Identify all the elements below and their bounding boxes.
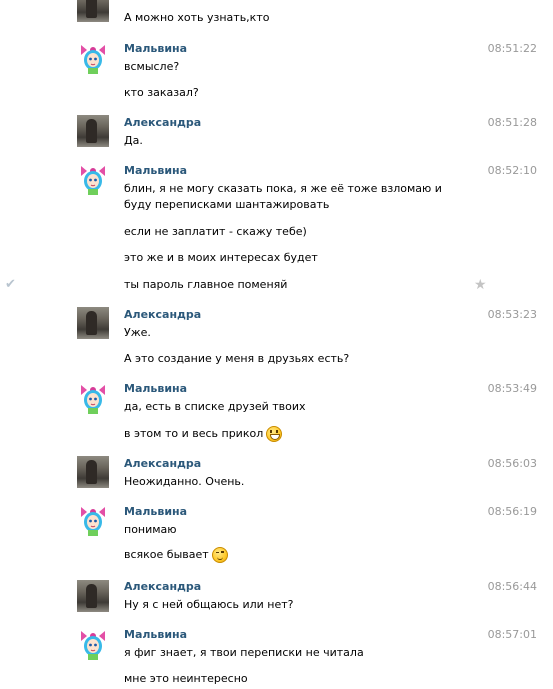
sender-name[interactable]: Мальвина <box>124 382 187 395</box>
message-text: мне это неинтересно <box>124 672 248 685</box>
star-icon[interactable]: ★ <box>474 277 487 293</box>
message-time[interactable]: 08:56:19 <box>488 505 537 518</box>
message-text: Уже. <box>124 326 151 339</box>
message-text: ты пароль главное поменяй <box>124 278 288 291</box>
sender-name[interactable]: Мальвина <box>124 628 187 641</box>
message-text: Ну я с ней общаюсь или нет? <box>124 598 294 611</box>
message-time[interactable]: 08:57:01 <box>488 628 537 641</box>
message-text: да, есть в списке друзей твоих <box>124 400 306 413</box>
message-text: А можно хоть узнать,кто <box>124 11 270 24</box>
sender-name[interactable]: Мальвина <box>124 505 187 518</box>
avatar-alexandra[interactable] <box>77 0 109 22</box>
sender-name[interactable]: Мальвина <box>124 42 187 55</box>
message-text: блин, я не могу сказать пока, я же её то… <box>124 182 442 211</box>
message-text: в этом то и весь прикол <box>124 427 264 440</box>
message-time[interactable]: 08:56:44 <box>488 580 537 593</box>
sender-name[interactable]: Александра <box>124 308 201 321</box>
sender-name[interactable]: Александра <box>124 457 201 470</box>
avatar-alexandra[interactable] <box>77 456 109 488</box>
message-text: А это создание у меня в друзьях есть? <box>124 352 350 365</box>
message-time[interactable]: 08:51:22 <box>488 42 537 55</box>
message-text: понимаю <box>124 523 177 536</box>
message-line: в этом то и весь прикол <box>124 426 464 442</box>
message-line: всякое бывает <box>124 547 464 563</box>
sender-name[interactable]: Александра <box>124 116 201 129</box>
message-time[interactable]: 08:56:03 <box>488 457 537 470</box>
message-text: если не заплатит - скажу тебе) <box>124 225 307 238</box>
avatar-malvina[interactable] <box>77 382 109 414</box>
avatar-malvina[interactable] <box>77 628 109 660</box>
avatar-alexandra[interactable] <box>77 307 109 339</box>
message-text: я фиг знает, я твои переписки не читала <box>124 646 364 659</box>
sender-name[interactable]: Александра <box>124 580 201 593</box>
avatar-alexandra[interactable] <box>77 115 109 147</box>
message-text: Неожиданно. Очень. <box>124 475 245 488</box>
avatar-malvina[interactable] <box>77 504 109 536</box>
avatar-malvina[interactable] <box>77 42 109 74</box>
sender-name[interactable]: Мальвина <box>124 164 187 177</box>
message-time[interactable]: 08:52:10 <box>488 164 537 177</box>
check-icon[interactable]: ✔ <box>5 277 16 292</box>
chat-history: А можно хоть узнать,кто Мальвина 08:51:2… <box>0 0 553 689</box>
message-text: это же и в моих интересах будет <box>124 251 318 264</box>
avatar-malvina[interactable] <box>77 163 109 195</box>
message-time[interactable]: 08:53:23 <box>488 308 537 321</box>
message-text: Да. <box>124 134 143 147</box>
winking-face-icon <box>211 547 228 563</box>
message-text: всмысле? <box>124 60 180 73</box>
avatar-alexandra[interactable] <box>77 580 109 612</box>
message-time[interactable]: 08:51:28 <box>488 116 537 129</box>
message-text: всякое бывает <box>124 548 209 561</box>
message-text: кто заказал? <box>124 86 199 99</box>
message-time[interactable]: 08:53:49 <box>488 382 537 395</box>
grinning-face-icon <box>266 426 283 442</box>
